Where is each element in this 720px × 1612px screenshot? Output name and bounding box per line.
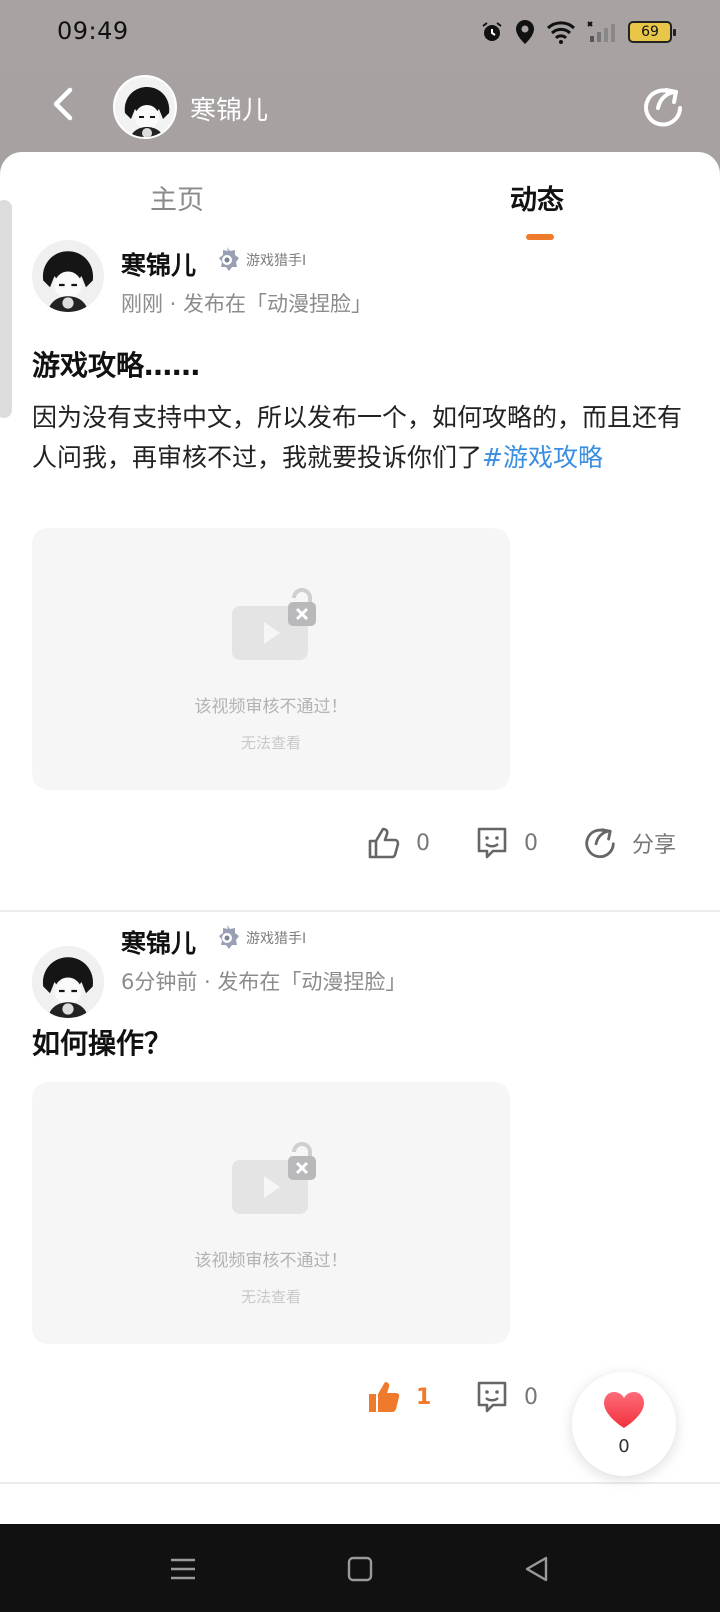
status-bar: 09:49 69 bbox=[0, 0, 720, 66]
blocked-video-icon bbox=[232, 1142, 316, 1214]
status-icons: 69 bbox=[480, 18, 676, 46]
blocked-video-icon bbox=[232, 588, 316, 660]
video-status-message: 该视频审核不通过！ bbox=[194, 697, 348, 717]
content-card: 主页 动态 寒锦儿 游戏猎手I 刚刚 · 发布在「动漫捏脸」 游戏攻略…… 因为… bbox=[0, 152, 720, 1524]
post-meta: 刚刚 · 发布在「动漫捏脸」 bbox=[121, 292, 373, 316]
post-body: 因为没有支持中文，所以发布一个，如何攻略的，而且还有人问我，再审核不过，我就要投… bbox=[32, 398, 682, 478]
post-title: 如何操作？ bbox=[32, 1027, 173, 1060]
share-label: 分享 bbox=[632, 833, 677, 858]
badge-icon bbox=[219, 925, 239, 949]
post-divider bbox=[0, 910, 720, 912]
comment-button[interactable]: 0 bbox=[474, 1372, 538, 1422]
floating-like-button[interactable]: 0 bbox=[572, 1372, 676, 1476]
tab-home[interactable]: 主页 bbox=[150, 178, 204, 217]
share-button[interactable]: 分享 bbox=[582, 818, 676, 868]
battery-level: 69 bbox=[641, 24, 659, 40]
video-placeholder: 该视频审核不通过！ 无法查看 bbox=[32, 1082, 510, 1344]
floating-like-count: 0 bbox=[618, 1436, 630, 1457]
badge-label: 游戏猎手I bbox=[246, 931, 307, 947]
post-avatar[interactable] bbox=[32, 240, 104, 312]
like-button[interactable]: 1 bbox=[366, 1372, 431, 1422]
screen: 09:49 69 寒锦儿 主页 动态 寒锦儿 游戏猎手I 刚刚 · 发布在「动漫… bbox=[0, 0, 720, 1612]
tab-bar: 主页 动态 bbox=[0, 152, 720, 244]
badge-label: 游戏猎手I bbox=[246, 253, 307, 269]
post-author[interactable]: 寒锦儿 bbox=[121, 924, 196, 960]
like-count: 0 bbox=[416, 830, 430, 856]
like-button[interactable]: 0 bbox=[366, 818, 430, 868]
alarm-icon bbox=[482, 22, 502, 41]
header-username: 寒锦儿 bbox=[190, 96, 269, 126]
comment-button[interactable]: 0 bbox=[474, 818, 538, 868]
comment-count: 0 bbox=[524, 830, 538, 856]
menu-icon[interactable] bbox=[166, 1552, 200, 1586]
post-title: 游戏攻略…… bbox=[32, 349, 201, 382]
post-author[interactable]: 寒锦儿 bbox=[121, 246, 196, 282]
like-count: 1 bbox=[416, 1384, 432, 1410]
tab-feed[interactable]: 动态 bbox=[510, 178, 564, 217]
location-icon bbox=[516, 20, 534, 44]
post-actions: 0 0 分享 bbox=[0, 818, 720, 868]
badge-icon bbox=[219, 247, 239, 271]
hashtag-link[interactable]: #游戏攻略 bbox=[482, 443, 603, 472]
post-meta: 6分钟前 · 发布在「动漫捏脸」 bbox=[121, 970, 407, 994]
battery-icon: 69 bbox=[628, 21, 676, 43]
thumbs-up-icon bbox=[368, 827, 400, 859]
video-placeholder: 该视频审核不通过！ 无法查看 bbox=[32, 528, 510, 790]
system-nav-bar bbox=[0, 1524, 720, 1612]
home-icon[interactable] bbox=[343, 1552, 377, 1586]
comment-count: 0 bbox=[524, 1384, 538, 1410]
avatar[interactable] bbox=[113, 75, 177, 139]
comment-icon bbox=[477, 827, 507, 859]
post-divider bbox=[0, 1482, 720, 1484]
video-status-sub: 无法查看 bbox=[240, 1288, 301, 1306]
back-icon[interactable] bbox=[44, 82, 88, 126]
share-icon[interactable] bbox=[640, 84, 686, 130]
user-badge: 游戏猎手I bbox=[214, 924, 306, 952]
user-badge: 游戏猎手I bbox=[214, 246, 306, 274]
profile-header: 寒锦儿 bbox=[0, 66, 720, 152]
thumbs-up-filled-icon bbox=[369, 1382, 400, 1412]
tab-indicator bbox=[526, 234, 554, 240]
comment-icon bbox=[477, 1381, 507, 1413]
post-avatar[interactable] bbox=[32, 946, 104, 1018]
share-icon bbox=[585, 828, 615, 859]
signal-icon bbox=[587, 21, 615, 42]
back-nav-icon[interactable] bbox=[520, 1552, 554, 1586]
heart-icon bbox=[604, 1392, 644, 1428]
video-status-sub: 无法查看 bbox=[240, 734, 301, 752]
video-status-message: 该视频审核不通过！ bbox=[194, 1251, 348, 1271]
status-time: 09:49 bbox=[57, 17, 129, 45]
wifi-icon bbox=[546, 21, 576, 44]
